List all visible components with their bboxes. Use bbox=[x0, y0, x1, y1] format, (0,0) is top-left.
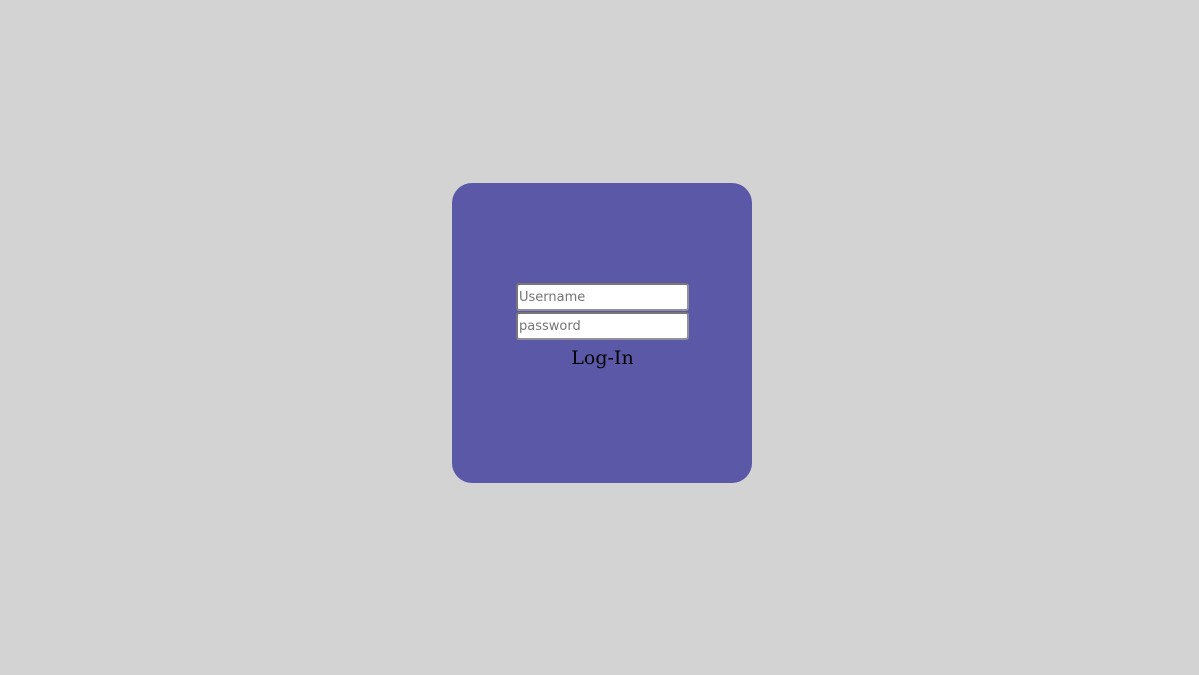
login-button[interactable]: Log-In bbox=[516, 347, 689, 369]
username-input[interactable] bbox=[516, 283, 689, 311]
password-input[interactable] bbox=[516, 312, 689, 340]
login-form: Log-In bbox=[516, 283, 689, 369]
login-card: Log-In bbox=[452, 183, 752, 483]
